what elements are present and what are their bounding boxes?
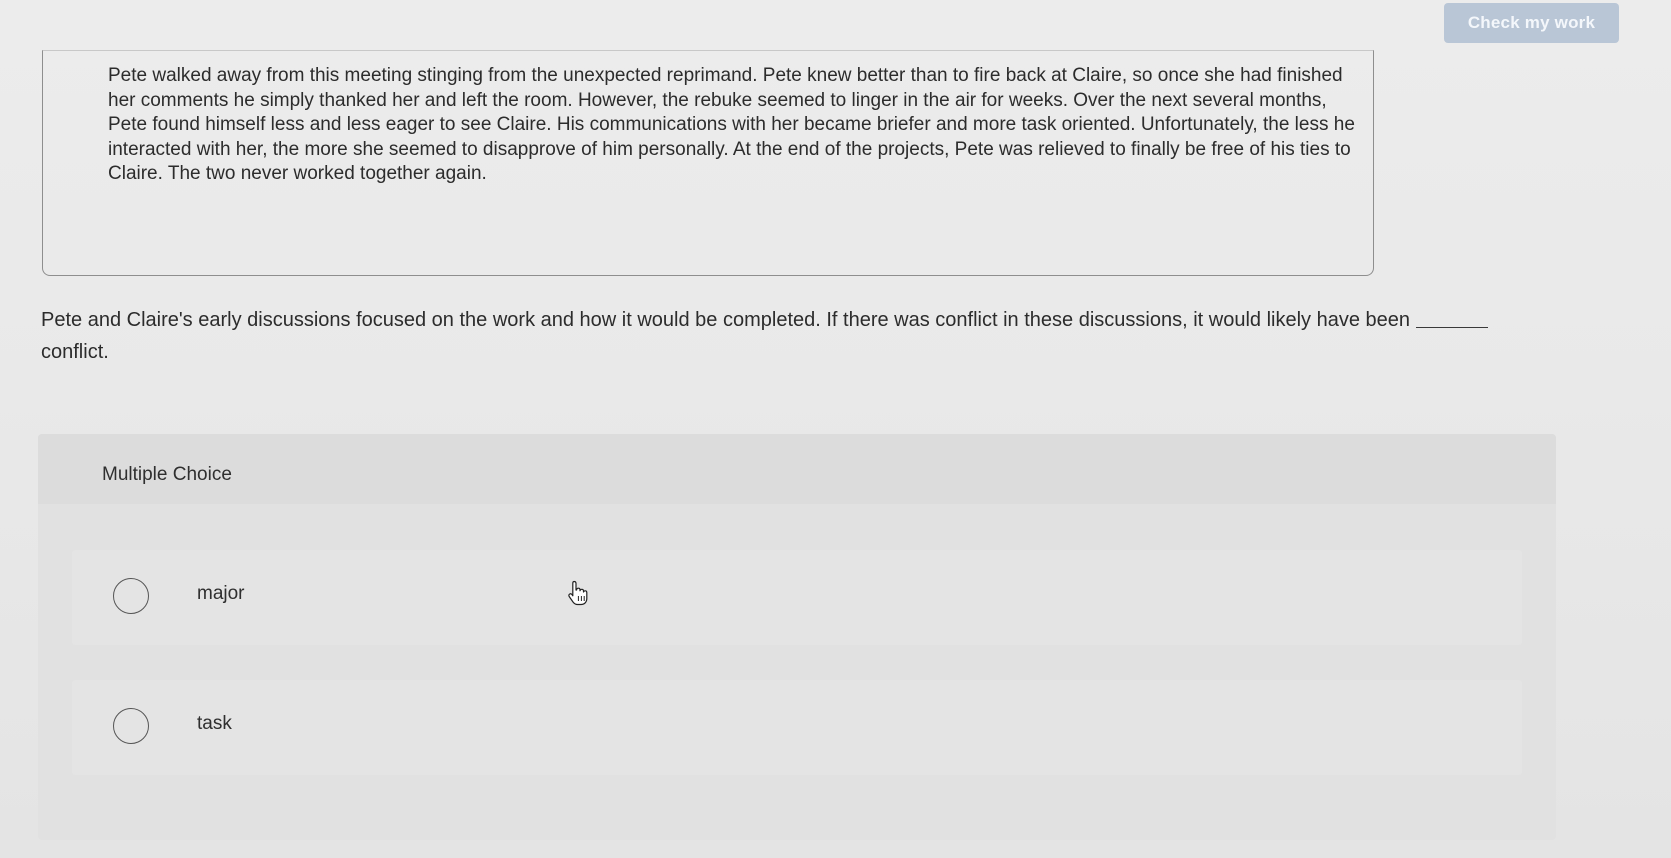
check-my-work-button[interactable]: Check my work	[1444, 3, 1619, 43]
multiple-choice-header: Multiple Choice	[38, 434, 1556, 504]
question-text-after: conflict.	[41, 341, 109, 363]
option-task[interactable]: task	[72, 680, 1522, 775]
passage-box: Pete walked away from this meeting sting…	[42, 50, 1374, 276]
hand-pointer-icon	[568, 580, 588, 606]
option-label: major	[197, 583, 245, 604]
question-prompt: Pete and Claire's early discussions focu…	[41, 304, 1541, 368]
multiple-choice-title: Multiple Choice	[102, 464, 232, 485]
option-label: task	[197, 713, 232, 734]
answer-blank	[1416, 327, 1488, 328]
multiple-choice-panel: Multiple Choice major task	[38, 434, 1556, 840]
radio-empty-icon[interactable]	[113, 708, 149, 744]
option-major[interactable]: major	[72, 550, 1522, 645]
passage-text: Pete walked away from this meeting sting…	[108, 65, 1355, 184]
radio-empty-icon[interactable]	[113, 578, 149, 614]
question-text-before: Pete and Claire's early discussions focu…	[41, 309, 1410, 331]
